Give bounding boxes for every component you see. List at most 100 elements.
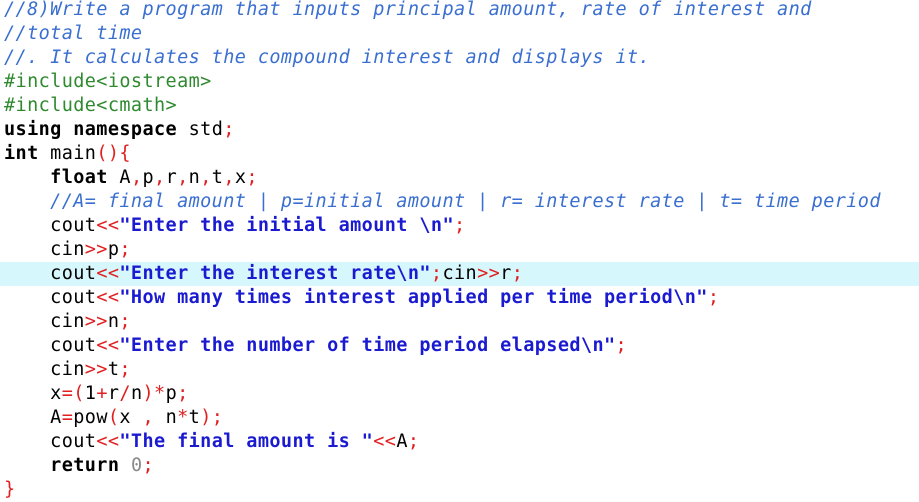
code-token: ; <box>119 359 131 380</box>
code-token: =( <box>61 383 85 404</box>
code-line[interactable]: int main(){ <box>0 142 919 166</box>
code-token: ; <box>511 263 524 284</box>
code-line[interactable]: #include<iostream> <box>0 70 919 94</box>
code-line[interactable]: //8)Write a program that inputs principa… <box>0 0 919 22</box>
code-token: ; <box>119 239 131 260</box>
code-token: , <box>177 167 189 188</box>
code-token: std <box>177 119 224 140</box>
code-token: << <box>96 263 120 284</box>
code-token: ; <box>223 119 235 140</box>
code-token: cout <box>4 287 97 308</box>
code-line[interactable]: } <box>0 478 919 502</box>
code-token: cout <box>4 335 97 356</box>
code-token: << <box>96 431 120 452</box>
code-token: "How many times interest applied per tim… <box>119 287 708 308</box>
code-line[interactable]: return 0; <box>0 454 919 478</box>
code-line[interactable]: cin>>p; <box>0 238 919 262</box>
code-token: cout <box>4 431 97 452</box>
code-line[interactable]: #include<cmath> <box>0 94 919 118</box>
code-line[interactable]: x=(1+r/n)*p; <box>0 382 919 406</box>
code-line[interactable]: float A,p,r,n,t,x; <box>0 166 919 190</box>
code-token: ; <box>430 263 443 284</box>
code-token: ; <box>142 455 155 476</box>
code-token: cin <box>442 263 478 284</box>
code-token: , <box>142 407 155 428</box>
code-token: //. It calculates the compound interest … <box>4 47 651 68</box>
code-line[interactable]: //. It calculates the compound interest … <box>0 46 919 70</box>
code-token: cout <box>4 215 97 236</box>
code-token: + <box>96 383 108 404</box>
code-token: ; <box>246 167 258 188</box>
code-token: return <box>50 455 120 476</box>
code-token: "Enter the initial amount \n" <box>119 215 454 236</box>
code-token: A <box>107 167 131 188</box>
code-line[interactable]: cout<<"How many times interest applied p… <box>0 286 919 310</box>
code-token: #include<iostream> <box>4 71 212 92</box>
code-token: ; <box>177 383 189 404</box>
code-token: , <box>130 167 143 188</box>
code-line[interactable]: A=pow(x , n*t); <box>0 406 919 430</box>
code-token: p <box>165 383 178 404</box>
code-token: cin <box>4 239 85 260</box>
code-token: >> <box>477 263 501 284</box>
code-line[interactable]: cout<<"Enter the initial amount \n"; <box>0 214 919 238</box>
code-token: A <box>396 431 408 452</box>
code-token: n <box>107 311 120 332</box>
code-line[interactable]: cout<<"The final amount is "<<A; <box>0 430 919 454</box>
code-token: n <box>130 383 143 404</box>
code-token: )* <box>142 383 166 404</box>
code-token: #include<cmath> <box>4 95 178 116</box>
code-token: ; <box>119 311 131 332</box>
code-token: << <box>96 335 120 356</box>
code-token: ; <box>707 287 720 308</box>
code-token: cout <box>4 263 97 284</box>
code-token: main <box>38 143 97 164</box>
code-token: (){ <box>96 143 131 164</box>
code-token: cin <box>4 311 85 332</box>
code-token: x <box>119 407 143 428</box>
code-token: << <box>96 287 120 308</box>
code-token: float <box>50 167 108 188</box>
code-line-current[interactable]: cout<<"Enter the interest rate\n";cin>>r… <box>0 262 919 286</box>
code-token: << <box>373 431 397 452</box>
code-token: n <box>154 407 178 428</box>
code-token: //8)Write a program that inputs principa… <box>4 0 812 20</box>
code-line[interactable]: //total time <box>0 22 919 46</box>
code-token: t <box>211 167 224 188</box>
code-token: * <box>177 407 189 428</box>
code-token: >> <box>84 239 108 260</box>
code-token: t <box>107 359 120 380</box>
code-token: ); <box>200 407 224 428</box>
code-line[interactable]: using namespace std; <box>0 118 919 142</box>
code-token: >> <box>84 311 108 332</box>
code-line[interactable]: cin>>t; <box>0 358 919 382</box>
code-token: } <box>4 479 16 500</box>
code-token: t <box>188 407 201 428</box>
code-token: int <box>4 143 39 164</box>
code-token: x <box>234 167 247 188</box>
code-token: cin <box>4 359 85 380</box>
code-token: "Enter the number of time period elapsed… <box>119 335 616 356</box>
code-token: A <box>4 407 62 428</box>
code-token: "Enter the interest rate\n" <box>119 263 431 284</box>
code-token: >> <box>84 359 108 380</box>
code-editor[interactable]: //8)Write a program that inputs principa… <box>0 0 919 500</box>
code-line[interactable]: cout<<"Enter the number of time period e… <box>0 334 919 358</box>
code-token: 1 <box>84 383 97 404</box>
code-token: n <box>188 167 201 188</box>
code-token: //A= final amount | p=initial amount | r… <box>50 191 881 212</box>
code-token: ; <box>407 431 420 452</box>
code-token: using namespace <box>4 119 178 140</box>
code-token: 0 <box>130 455 143 476</box>
code-token: p <box>142 167 155 188</box>
code-token: , <box>154 167 166 188</box>
code-token: ; <box>615 335 628 356</box>
code-token: pow <box>73 407 108 428</box>
code-token: ( <box>107 407 120 428</box>
code-line[interactable]: cin>>n; <box>0 310 919 334</box>
code-line[interactable]: //A= final amount | p=initial amount | r… <box>0 190 919 214</box>
